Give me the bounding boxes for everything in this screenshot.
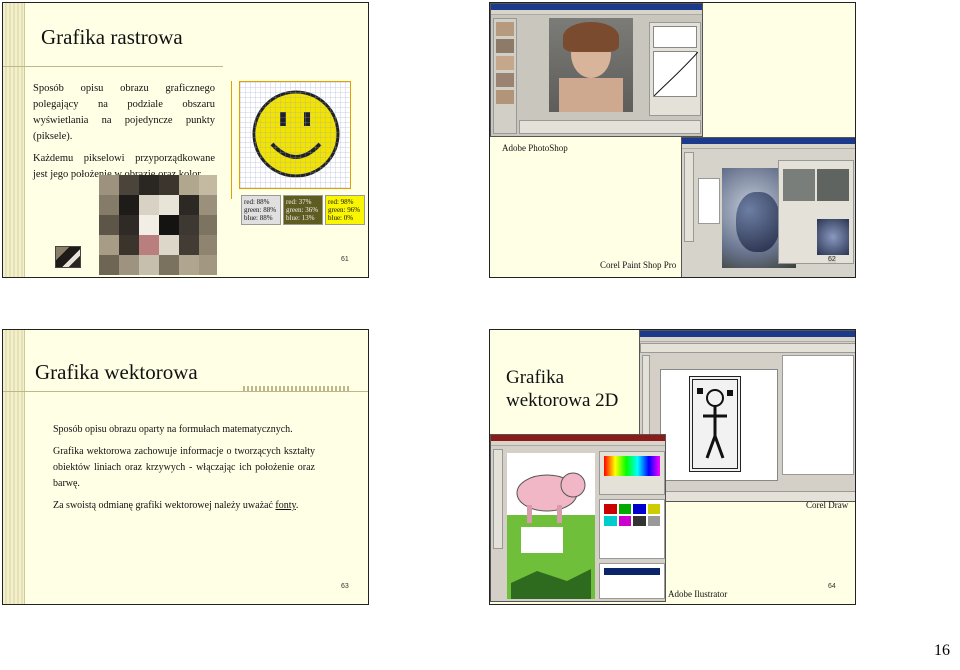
coreldraw-screenshot [639, 330, 855, 502]
framed-figure-drawing [689, 376, 741, 472]
figure-graphic [697, 388, 733, 459]
slide-raster-software: Adobe PhotoShop Corel Paint Shop Pro 62 [489, 2, 856, 278]
paragraph: Grafika wektorowa zachowuje informacje o… [53, 446, 315, 489]
page-number: 64 [828, 583, 836, 590]
materials-panel [698, 178, 720, 224]
color-swatch: red: 37% green: 36% blue: 13% [283, 195, 323, 225]
fonty-link[interactable]: fonty [275, 500, 295, 511]
object-manager-panel [782, 355, 854, 475]
slide-stripe [3, 3, 25, 277]
dog-thumbnail [55, 246, 81, 268]
pig-graphic [507, 472, 595, 599]
slide-title: Grafika wektorowa [35, 360, 198, 384]
slide-vector-software: Grafika wektorowa 2D Corel Draw Adobe Il… [489, 329, 856, 605]
zoom-connector-graphic [231, 81, 241, 199]
illustrator-screenshot [490, 434, 666, 602]
options-bar [519, 120, 701, 134]
color-swatch: red: 98% green: 96% blue: 0% [325, 195, 365, 225]
slide-vector-graphics: Grafika wektorowa Sposób opisu obrazu op… [2, 329, 369, 605]
menu-bar [491, 441, 665, 446]
pig-artwork [507, 453, 595, 599]
tools-panel [493, 449, 503, 549]
caption-illustrator: Adobe Ilustrator [668, 589, 728, 599]
paragraph: Sposób opisu obrazu oparty na formułach … [53, 424, 293, 435]
menu-bar [640, 337, 855, 342]
smiley-grid-graphic [240, 82, 350, 188]
layers-panel [599, 563, 665, 599]
title-divider [3, 66, 223, 67]
color-panel [599, 451, 665, 495]
zoom-dialog [778, 160, 854, 264]
page-number: 61 [341, 256, 349, 263]
decorative-rule-graphic [243, 386, 351, 392]
curve-graphic [653, 51, 699, 97]
slide-title: Grafika wektorowa 2D [506, 367, 619, 411]
menu-bar [491, 10, 702, 15]
swatches-panel [599, 499, 665, 559]
tools-panel [684, 152, 694, 242]
color-swatch: red: 88% green: 88% blue: 88% [241, 195, 281, 225]
slide-raster-graphics: Grafika rastrowa Sposób opisu obrazu gra… [2, 2, 369, 278]
pixelated-dog-photo [99, 175, 217, 275]
paragraph: Sposób opisu obrazu graficznego polegają… [33, 83, 215, 142]
slide-body-text: Sposób opisu obrazu oparty na formułach … [53, 422, 315, 514]
caption-coreldraw: Corel Draw [806, 500, 849, 510]
caption-photoshop: Adobe PhotoShop [502, 143, 568, 153]
paragraph: Za swoistą odmianę grafiki wektorowej na… [53, 500, 299, 511]
caption-paintshop: Corel Paint Shop Pro [600, 260, 677, 270]
photoshop-screenshot [490, 3, 703, 137]
slide-stripe [3, 330, 25, 604]
menu-bar [682, 144, 855, 149]
page-number: 63 [341, 583, 349, 590]
slide-body-text: Sposób opisu obrazu graficznego polegają… [33, 81, 215, 183]
drawing-page [660, 369, 778, 481]
pixel-smiley-image [239, 81, 351, 189]
woman-headphones-photo [549, 18, 633, 112]
sheet-page-number: 16 [934, 642, 950, 659]
filmstrip-panel [493, 18, 517, 134]
slide-title: Grafika rastrowa [41, 25, 183, 49]
toolbar [640, 343, 855, 353]
page-number: 62 [828, 256, 836, 263]
curves-panel [649, 22, 701, 116]
mosaic-graphic [99, 175, 217, 275]
